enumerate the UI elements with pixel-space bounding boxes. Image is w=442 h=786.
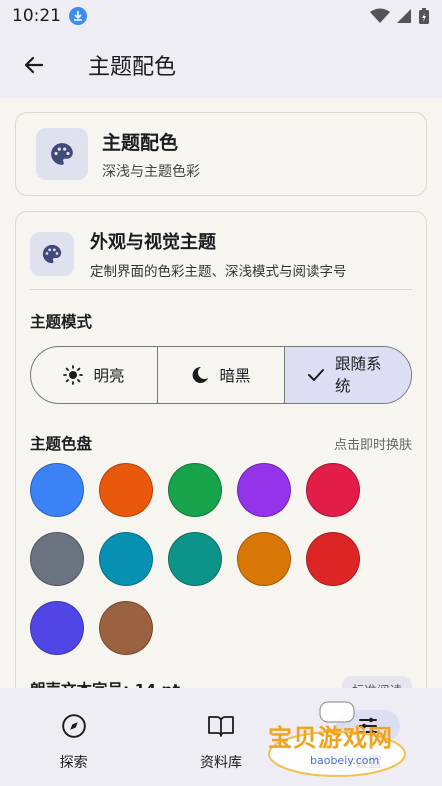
- download-icon: [69, 7, 87, 25]
- palette-icon: [42, 244, 62, 264]
- divider: [30, 289, 412, 290]
- theme-header-card: 主题配色 深浅与主题色彩: [15, 112, 427, 196]
- status-bar: 10:21: [0, 0, 442, 32]
- nav-item-explore[interactable]: 探索: [0, 688, 147, 786]
- color-swatch[interactable]: [30, 601, 84, 655]
- mode-system-button[interactable]: 跟随系统: [285, 347, 411, 403]
- color-swatch[interactable]: [30, 532, 84, 586]
- header-card-title: 主题配色: [102, 131, 179, 154]
- color-swatch[interactable]: [168, 463, 222, 517]
- book-icon: [208, 716, 234, 737]
- palette-icon-box: [30, 232, 74, 276]
- wifi-icon: [370, 8, 390, 23]
- mode-system-label: 跟随系统: [335, 355, 382, 395]
- sun-icon: [63, 365, 84, 385]
- moon-icon: [193, 366, 209, 383]
- content-area: 主题配色 深浅与主题色彩 外观与视觉主题 定制界面的色彩主题、深浅模式与阅读字号…: [0, 98, 442, 688]
- page-title: 主题配色: [88, 55, 177, 80]
- palette-hint: 点击即时换肤: [333, 438, 412, 453]
- font-size-badge: 标准阅读: [341, 676, 412, 688]
- mode-dark-button[interactable]: 暗黑: [158, 347, 285, 403]
- color-swatch[interactable]: [168, 532, 222, 586]
- header-card-subtitle: 深浅与主题色彩: [102, 163, 200, 180]
- watermark-text: 宝贝游戏网: [268, 724, 393, 752]
- mode-light-button[interactable]: 明亮: [31, 347, 158, 403]
- nav-label-library: 资料库: [199, 755, 242, 771]
- color-swatch[interactable]: [99, 463, 153, 517]
- color-swatch[interactable]: [237, 463, 291, 517]
- color-swatch[interactable]: [30, 463, 84, 517]
- theme-mode-selector: 明亮 暗黑 跟随系统: [30, 346, 412, 404]
- status-time: 10:21: [12, 6, 61, 26]
- compass-icon: [61, 714, 86, 738]
- appearance-title: 外观与视觉主题: [90, 232, 216, 253]
- app-bar: 主题配色: [0, 32, 442, 98]
- watermark: 宝贝游戏网 baobeiy.com: [262, 700, 412, 780]
- color-swatch[interactable]: [99, 532, 153, 586]
- check-icon: [308, 369, 324, 381]
- color-swatch[interactable]: [99, 601, 153, 655]
- palette-label: 主题色盘: [30, 435, 93, 453]
- arrow-back-icon: [24, 56, 44, 74]
- color-swatch[interactable]: [306, 463, 360, 517]
- palette-icon-box: [36, 128, 88, 180]
- signal-icon: [397, 9, 411, 23]
- theme-mode-label: 主题模式: [30, 313, 93, 331]
- battery-icon: [419, 8, 429, 24]
- nav-label-explore: 探索: [59, 755, 88, 771]
- mode-light-label: 明亮: [93, 367, 125, 385]
- mode-dark-label: 暗黑: [219, 367, 251, 385]
- font-size-label: 朗声文本字号: 14 pt: [30, 678, 180, 688]
- appearance-subtitle: 定制界面的色彩主题、深浅模式与阅读字号: [90, 264, 347, 280]
- color-swatch[interactable]: [237, 532, 291, 586]
- watermark-url: baobeiy.com: [310, 754, 380, 767]
- back-button[interactable]: [10, 41, 58, 89]
- color-swatch[interactable]: [306, 532, 360, 586]
- palette-icon: [51, 143, 73, 165]
